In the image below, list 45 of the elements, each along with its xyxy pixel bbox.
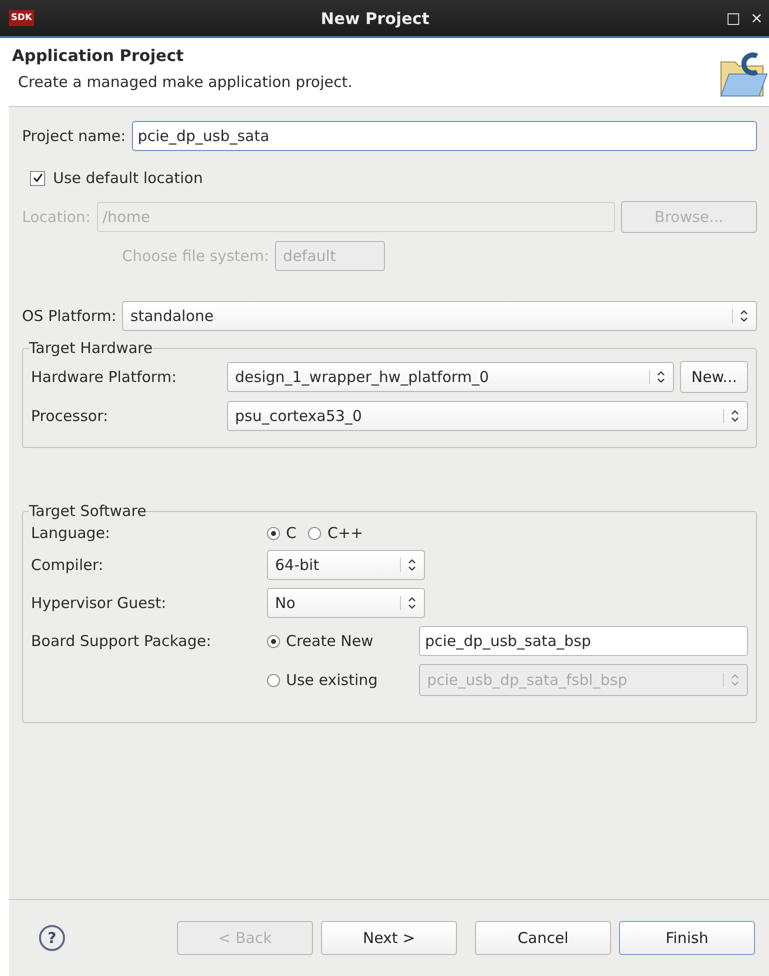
close-button[interactable]: × xyxy=(750,9,763,27)
updown-icon xyxy=(400,596,417,610)
new-button[interactable]: New... xyxy=(680,361,748,393)
hardware-platform-dropdown[interactable]: design_1_wrapper_hw_platform_0 xyxy=(227,362,674,392)
updown-icon xyxy=(723,673,740,687)
app-logo: SDK xyxy=(9,10,34,26)
processor-dropdown[interactable]: psu_cortexa53_0 xyxy=(227,401,748,431)
help-button[interactable]: ? xyxy=(39,925,65,951)
dialog-button[interactable]: Finish xyxy=(619,921,755,955)
field-label: Location: xyxy=(22,208,90,226)
field-label: Hardware Platform: xyxy=(31,368,178,386)
window-title: New Project xyxy=(320,8,430,28)
page-title: Application Project xyxy=(12,46,185,65)
field-label: Processor: xyxy=(31,407,110,425)
language-radio[interactable]: C++ xyxy=(308,524,364,542)
use-default-location-checkbox[interactable]: Use default location xyxy=(30,169,757,187)
field-label: OS Platform: xyxy=(22,307,116,325)
checkbox-icon[interactable] xyxy=(30,170,45,186)
radio-icon[interactable] xyxy=(308,526,322,540)
checkbox-label: Use default location xyxy=(53,169,203,187)
field-label: Choose file system: xyxy=(122,247,270,265)
updown-icon xyxy=(732,309,749,323)
maximize-button[interactable]: □ xyxy=(726,9,740,27)
group-title: Target Software xyxy=(29,502,146,520)
field-label: Hypervisor Guest: xyxy=(31,594,168,612)
project-name-field[interactable]: pcie_dp_usb_sata xyxy=(132,121,757,151)
hypervisor-guest-dropdown[interactable]: No xyxy=(267,588,425,618)
updown-icon xyxy=(400,558,417,572)
bsp-radio[interactable]: Create New xyxy=(267,632,407,650)
field-label: Project name: xyxy=(22,127,126,145)
radio-icon[interactable] xyxy=(267,634,280,648)
os-platform-dropdown[interactable]: standalone xyxy=(122,301,757,331)
group-title: Target Hardware xyxy=(29,339,153,357)
field-label: Board Support Package: xyxy=(31,632,212,650)
field-label: Compiler: xyxy=(31,556,104,574)
compiler-dropdown[interactable]: 64-bit xyxy=(267,550,425,580)
page-description: Create a managed make application project. xyxy=(18,73,352,91)
dialog-button[interactable]: Next > xyxy=(321,921,457,955)
bsp-name-field[interactable]: pcie_dp_usb_sata_bsp xyxy=(419,626,748,656)
updown-icon xyxy=(723,409,740,423)
language-radio[interactable]: C xyxy=(267,524,296,542)
updown-icon xyxy=(649,370,666,384)
field-label: Language: xyxy=(31,524,112,542)
radio-icon[interactable] xyxy=(267,526,280,540)
dialog-button[interactable]: Cancel xyxy=(475,921,611,955)
